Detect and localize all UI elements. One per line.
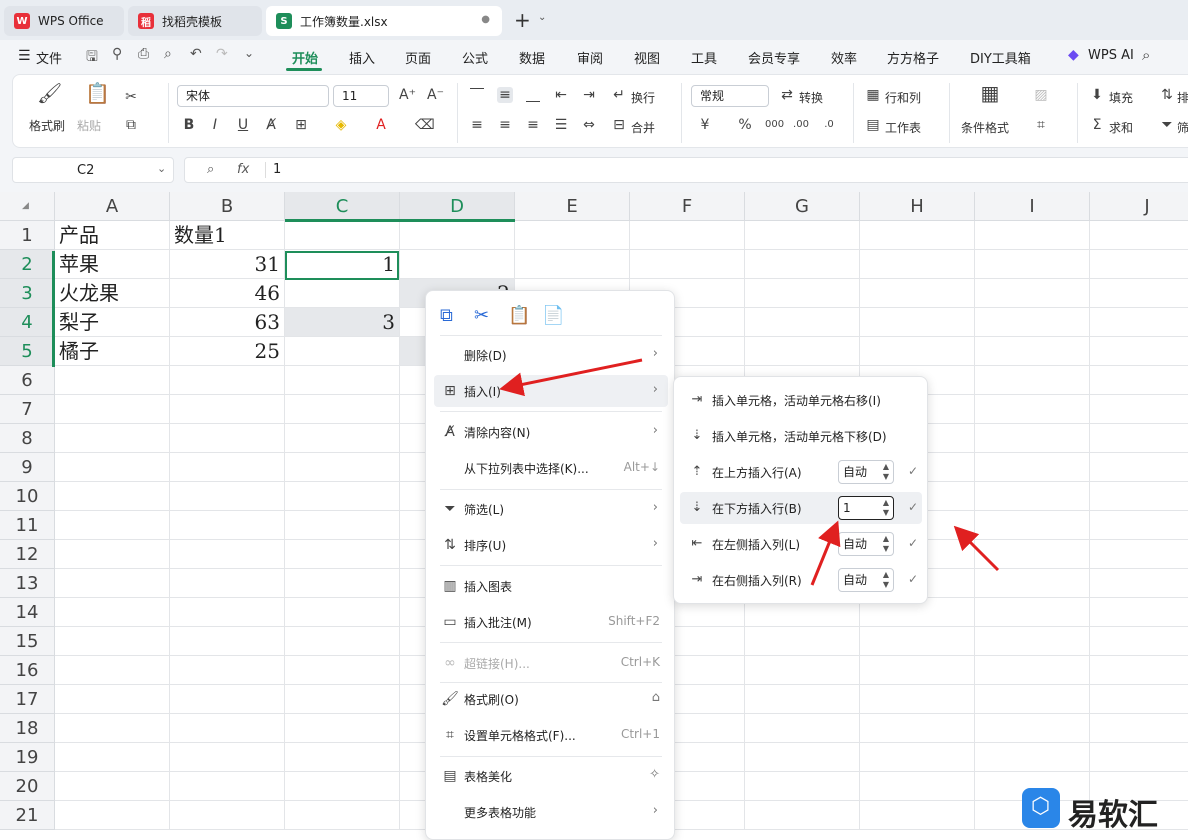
watermark-text: 易软汇 <box>1068 798 1158 833</box>
annotation-arrows <box>499 358 1000 586</box>
arrow-to-stepper <box>810 520 841 586</box>
watermark-logo-icon: ⬡ <box>1022 788 1060 828</box>
watermark: ⬡ 易软汇 <box>1020 784 1188 834</box>
arrow-to-insert <box>499 358 643 397</box>
arrow-to-row-below <box>953 525 1000 572</box>
